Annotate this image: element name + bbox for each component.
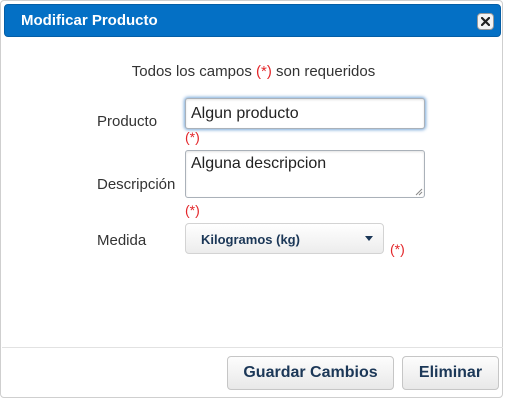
required-mark: (*) <box>256 63 272 80</box>
resize-grip-icon[interactable] <box>413 186 423 196</box>
dialog-title: Modificar Producto <box>21 12 158 29</box>
descripcion-textarea[interactable]: Alguna descripcion <box>185 150 425 198</box>
producto-label: Producto <box>97 113 158 130</box>
producto-required-mark: (*) <box>185 129 200 145</box>
medida-select[interactable]: Kilogramos (kg) <box>185 223 384 254</box>
medida-required-mark: (*) <box>390 241 405 257</box>
delete-button[interactable]: Eliminar <box>402 356 499 390</box>
descripcion-required-mark: (*) <box>185 202 200 218</box>
save-changes-button[interactable]: Guardar Cambios <box>227 356 394 390</box>
medida-selected-value: Kilogramos (kg) <box>201 232 300 247</box>
producto-input[interactable] <box>185 98 425 129</box>
required-fields-note: Todos los campos (*) son requeridos <box>131 63 376 80</box>
dialog-titlebar[interactable]: Modificar Producto <box>4 4 501 37</box>
close-icon <box>481 17 490 26</box>
caret-down-icon <box>365 236 373 241</box>
footer-divider <box>2 347 503 348</box>
modificar-producto-dialog: Modificar Producto Todos los campos (*) … <box>0 0 503 398</box>
close-button[interactable] <box>477 13 494 30</box>
medida-label: Medida <box>97 232 147 249</box>
descripcion-label: Descripción <box>97 176 176 193</box>
